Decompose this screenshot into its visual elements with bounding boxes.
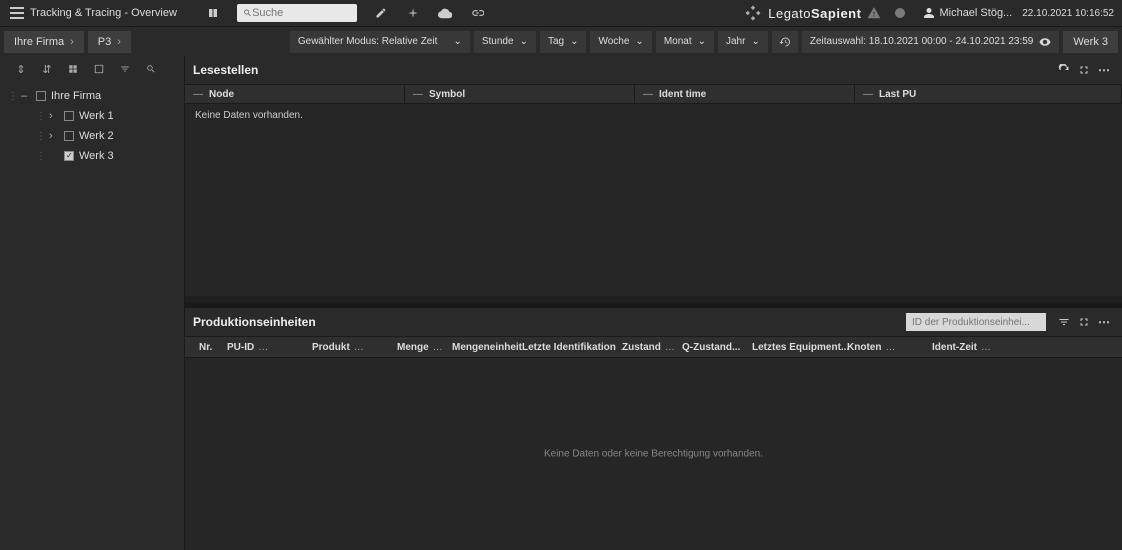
col-menge[interactable]: Menge… xyxy=(393,337,448,357)
search-input[interactable] xyxy=(252,7,351,19)
col-letzteident[interactable]: Letzte Identifikation… xyxy=(518,337,618,357)
expand-icon[interactable]: ⇕ xyxy=(14,62,28,76)
time-day-button[interactable]: Tag⌄ xyxy=(540,31,587,53)
edit-icon[interactable] xyxy=(369,1,393,25)
filter-icon[interactable] xyxy=(118,62,132,76)
no-data-msg: Keine Daten vorhanden. xyxy=(185,104,1122,127)
splitter[interactable] xyxy=(185,302,1122,308)
user-menu[interactable]: Michael Stög... xyxy=(923,7,1012,19)
eye-icon xyxy=(1039,36,1051,48)
panel-title-lesestellen: Lesestellen xyxy=(193,63,1054,77)
col-zustand[interactable]: Zustand… xyxy=(618,337,678,357)
collapse-icon[interactable]: ⇵ xyxy=(40,62,54,76)
breadcrumb-p3[interactable]: P3› xyxy=(88,31,131,53)
tree-node-werk3[interactable]: ⋮Werk 3 xyxy=(0,146,184,166)
panel-title-produktionseinheiten: Produktionseinheiten xyxy=(193,315,906,329)
history-icon[interactable] xyxy=(772,31,798,53)
col-produkt[interactable]: Produkt… xyxy=(308,337,393,357)
menu-icon[interactable] xyxy=(10,6,24,20)
col-qzustand[interactable]: Q-Zustand... xyxy=(678,337,748,357)
more-icon[interactable]: ⋯ xyxy=(1094,60,1114,80)
warning-icon[interactable] xyxy=(865,4,883,22)
link-icon[interactable] xyxy=(465,1,489,25)
cloud-icon[interactable] xyxy=(433,1,457,25)
tree-node-werk2[interactable]: ⋮›Werk 2 xyxy=(0,126,184,146)
fullscreen-icon[interactable] xyxy=(1074,312,1094,332)
col-letztesequip[interactable]: Letztes Equipment... xyxy=(748,337,843,357)
refresh-icon[interactable] xyxy=(1054,60,1074,80)
logo-text: LegatoSapient xyxy=(768,6,861,21)
search-icon xyxy=(243,8,252,18)
filter-icon[interactable] xyxy=(1054,312,1074,332)
col-knoten[interactable]: Knoten… xyxy=(843,337,928,357)
page-title: Tracking & Tracing - Overview xyxy=(30,7,177,19)
tree-root[interactable]: ⋮–Ihre Firma xyxy=(0,86,184,106)
breadcrumb-firma[interactable]: Ihre Firma› xyxy=(4,31,84,53)
box-icon[interactable] xyxy=(92,62,106,76)
col-ident-time[interactable]: —Ident time xyxy=(635,85,855,103)
time-hour-button[interactable]: Stunde⌄ xyxy=(474,31,536,53)
search-icon[interactable] xyxy=(144,62,158,76)
col-puid[interactable]: PU-ID… xyxy=(223,337,308,357)
tree-node-werk1[interactable]: ⋮›Werk 1 xyxy=(0,106,184,126)
time-range[interactable]: Zeitauswahl: 18.10.2021 00:00 - 24.10.20… xyxy=(802,31,1060,53)
logo-icon xyxy=(744,4,762,22)
col-mengeneinheit[interactable]: Mengeneinheit xyxy=(448,337,518,357)
col-identzeit[interactable]: Ident-Zeit… xyxy=(928,337,1028,357)
col-symbol[interactable]: —Symbol xyxy=(405,85,635,103)
grid-icon[interactable] xyxy=(66,62,80,76)
user-name: Michael Stög... xyxy=(939,7,1012,19)
time-week-button[interactable]: Woche⌄ xyxy=(590,31,651,53)
time-month-button[interactable]: Monat⌄ xyxy=(656,31,714,53)
user-icon xyxy=(923,7,935,19)
add-icon[interactable] xyxy=(401,1,425,25)
chevron-down-icon: ⌄ xyxy=(453,36,461,47)
search-box[interactable] xyxy=(237,4,357,22)
mode-select[interactable]: Gewählter Modus: Relative Zeit ⌄ xyxy=(290,31,470,53)
alert-icon[interactable] xyxy=(891,4,909,22)
fullscreen-icon[interactable] xyxy=(1074,60,1094,80)
more-icon[interactable]: ⋯ xyxy=(1094,312,1114,332)
col-node[interactable]: —Node xyxy=(185,85,405,103)
time-year-button[interactable]: Jahr⌄ xyxy=(718,31,768,53)
datetime: 22.10.2021 10:16:52 xyxy=(1022,8,1114,19)
col-last-pu[interactable]: —Last PU xyxy=(855,85,1122,103)
col-nr[interactable]: Nr. xyxy=(195,337,223,357)
werk-chip[interactable]: Werk 3 xyxy=(1063,31,1118,53)
book-icon[interactable] xyxy=(201,1,225,25)
pu-filter-input[interactable] xyxy=(906,313,1046,331)
no-data-msg: Keine Daten oder keine Berechtigung vorh… xyxy=(544,449,763,460)
